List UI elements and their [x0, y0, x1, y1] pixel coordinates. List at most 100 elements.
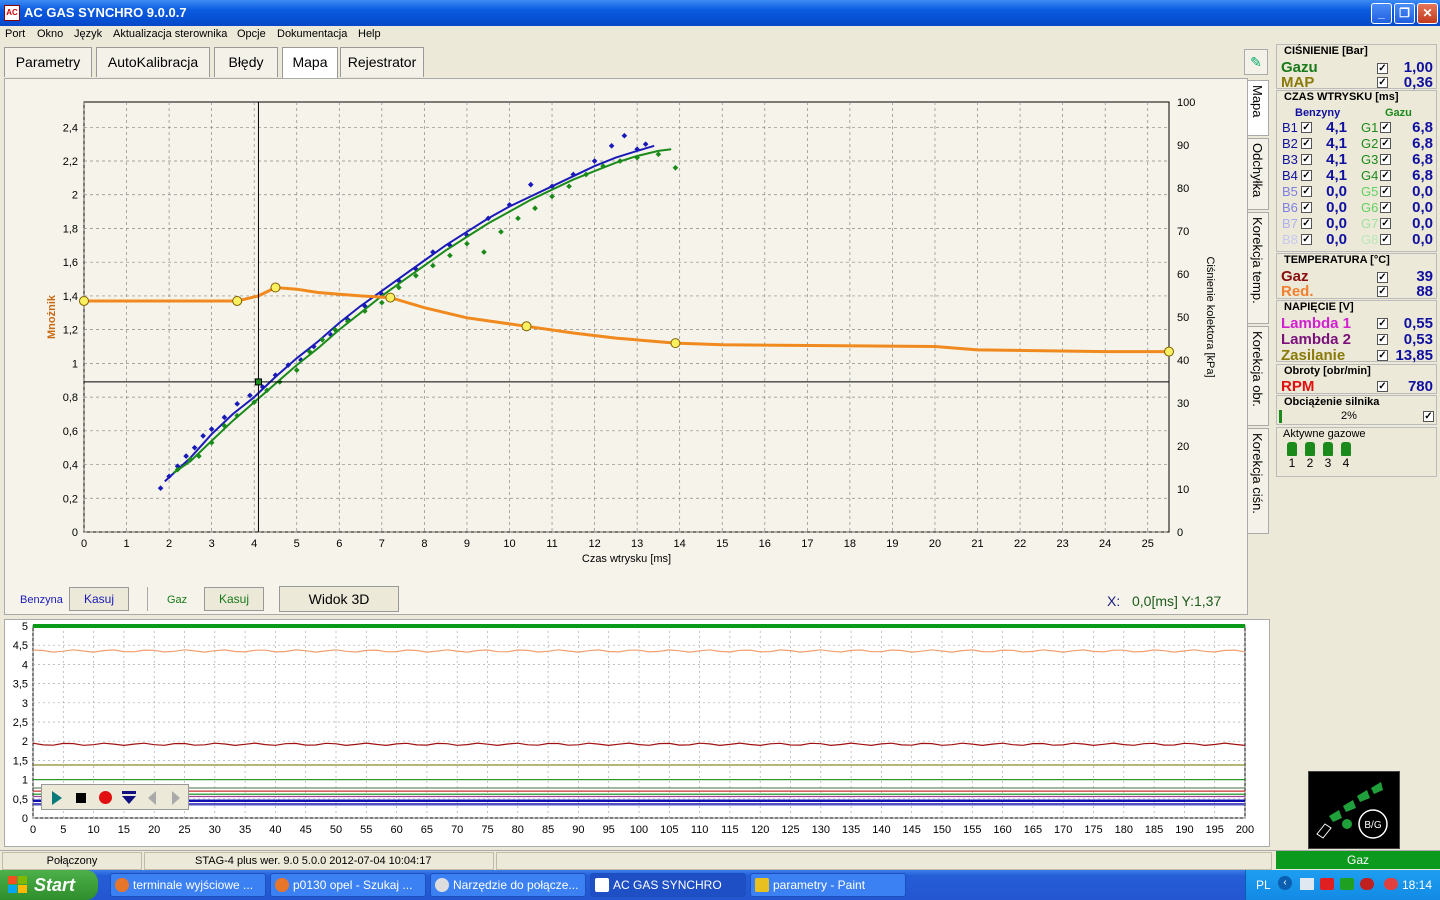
maximize-button[interactable]: ❐ — [1394, 3, 1415, 24]
menu-port[interactable]: Port — [5, 28, 25, 40]
stop-icon[interactable] — [76, 793, 86, 803]
map-chart[interactable]: 0 1 2 3 4 5 6 7 8 9 10 11 12 13 14 15 16 17 18 19 20 21 22 23 24… — [5, 79, 1247, 614]
tab-rejestrator[interactable]: Rejestrator — [340, 47, 424, 77]
injector-icon — [1305, 442, 1315, 456]
menu-opcje[interactable]: Opcje — [237, 28, 266, 40]
strip-x-tick-label: 125 — [781, 824, 799, 836]
coords-label: X: — [1107, 593, 1121, 609]
y-tick-label: 1,8 — [63, 223, 78, 235]
strip-x-tick-label: 155 — [963, 824, 981, 836]
strip-y-tick-label: 3 — [22, 698, 28, 710]
lambda1-checkbox[interactable]: ✓ — [1377, 318, 1388, 329]
recorder-chart[interactable]: 0 5 10 15 20 25 30 35 40 45 50 55 60 65 70 75 80 85 90 95 10… — [5, 620, 1269, 846]
injector-g-checkbox[interactable]: ✓ — [1380, 170, 1391, 181]
benzyna-kasuj-button[interactable]: Kasuj — [69, 587, 129, 611]
gaz-kasuj-button[interactable]: Kasuj — [204, 587, 264, 611]
firefox-icon — [275, 878, 289, 892]
side-tab-odchylka[interactable]: Odchyłka — [1247, 138, 1269, 210]
temp-gas-checkbox[interactable]: ✓ — [1377, 272, 1388, 283]
shield-icon[interactable] — [1384, 878, 1398, 890]
side-tab-korekcja-obr[interactable]: Korekcja obr. — [1247, 326, 1269, 426]
injector-b-checkbox[interactable]: ✓ — [1301, 218, 1312, 229]
injector-g-checkbox[interactable]: ✓ — [1380, 154, 1391, 165]
injector-g-checkbox[interactable]: ✓ — [1380, 202, 1391, 213]
tab-bledy[interactable]: Błędy — [214, 47, 278, 77]
task-paint[interactable]: parametry - Paint — [750, 873, 906, 897]
wrench-icon[interactable]: ✎ — [1244, 49, 1268, 75]
side-tab-mapa[interactable]: Mapa — [1247, 80, 1269, 136]
antivirus-icon[interactable] — [1340, 878, 1354, 890]
view-3d-button[interactable]: Widok 3D — [279, 586, 399, 612]
strip-y-tick-label: 1 — [22, 775, 28, 787]
injector-b-checkbox[interactable]: ✓ — [1301, 170, 1312, 181]
strip-x-tick-label: 70 — [451, 824, 463, 836]
network-icon[interactable] — [1300, 878, 1314, 890]
injector-g-value: 6,8 — [1412, 119, 1433, 136]
strip-y-tick-label: 1,5 — [13, 755, 28, 767]
pressure-title: CIŚNIENIE [Bar] — [1284, 45, 1368, 57]
side-tab-korekcja-cisn[interactable]: Korekcja ciśn. — [1247, 428, 1269, 534]
ac-logo-icon — [595, 878, 609, 892]
strip-x-tick-label: 25 — [178, 824, 190, 836]
y-tick-label: 1,2 — [63, 325, 78, 337]
y-tick-label: 1,6 — [63, 257, 78, 269]
injector-g-label: G3 — [1361, 152, 1379, 167]
menu-aktualizacja[interactable]: Aktualizacja sterownika — [113, 28, 227, 40]
close-button[interactable]: ✕ — [1417, 3, 1438, 24]
strip-x-tick-label: 160 — [993, 824, 1011, 836]
injector-g-checkbox[interactable]: ✓ — [1380, 218, 1391, 229]
title-bar[interactable]: AC AC GAS SYNCHRO 9.0.0.7 _ ❐ ✕ — [0, 0, 1440, 26]
record-icon[interactable] — [99, 791, 112, 804]
injector-b-checkbox[interactable]: ✓ — [1301, 202, 1312, 213]
map-panel: 0 1 2 3 4 5 6 7 8 9 10 11 12 13 14 15 16 17 18 19 20 21 22 23 24… — [4, 78, 1248, 615]
x-tick-label: 4 — [251, 538, 257, 550]
play-icon[interactable] — [52, 791, 62, 805]
injector-g-checkbox[interactable]: ✓ — [1380, 122, 1391, 133]
task-connection-tool[interactable]: Narzędzie do połącze... — [430, 873, 586, 897]
minimize-button[interactable]: _ — [1371, 3, 1392, 24]
start-button[interactable]: Start — [0, 870, 98, 900]
recorder-panel: 0 5 10 15 20 25 30 35 40 45 50 55 60 65 70 75 80 85 90 95 10… — [4, 619, 1270, 847]
y2-tick-label: 30 — [1177, 398, 1189, 410]
pressure-gas-checkbox[interactable]: ✓ — [1377, 63, 1388, 74]
y2-tick-label: 0 — [1177, 527, 1183, 539]
language-indicator[interactable]: PL — [1256, 878, 1271, 892]
tab-autokalibracja[interactable]: AutoKalibracja — [96, 47, 210, 77]
download-icon[interactable] — [122, 791, 136, 805]
window-title: AC GAS SYNCHRO 9.0.0.7 — [24, 5, 187, 20]
x-tick-label: 3 — [209, 538, 215, 550]
strip-x-tick-label: 15 — [118, 824, 130, 836]
injector-b-checkbox[interactable]: ✓ — [1301, 138, 1312, 149]
task-ac-gas-synchro[interactable]: AC GAS SYNCHRO — [590, 873, 746, 897]
menu-okno[interactable]: Okno — [37, 28, 63, 40]
injector-g-checkbox[interactable]: ✓ — [1380, 186, 1391, 197]
injector-b-checkbox[interactable]: ✓ — [1301, 186, 1312, 197]
tab-mapa[interactable]: Mapa — [282, 47, 338, 78]
injector-b-checkbox[interactable]: ✓ — [1301, 154, 1312, 165]
menu-jezyk[interactable]: Język — [74, 28, 102, 40]
active-injectors-title: Aktywne gazowe — [1283, 428, 1366, 440]
injector-b-checkbox[interactable]: ✓ — [1301, 234, 1312, 245]
load-checkbox[interactable]: ✓ — [1423, 411, 1434, 422]
next-icon[interactable] — [172, 791, 180, 805]
tab-parametry[interactable]: Parametry — [4, 47, 92, 77]
injector-b-checkbox[interactable]: ✓ — [1301, 122, 1312, 133]
pressure-map-checkbox[interactable]: ✓ — [1377, 77, 1388, 88]
menu-dokumentacja[interactable]: Dokumentacja — [277, 28, 347, 40]
injector-g-value: 0,0 — [1412, 231, 1433, 248]
multiplier-point — [521, 321, 532, 332]
security-icon[interactable] — [1320, 878, 1334, 890]
task-firefox-1[interactable]: terminale wyjściowe ... — [110, 873, 266, 897]
shield-icon[interactable] — [1360, 878, 1374, 890]
injector-g-checkbox[interactable]: ✓ — [1380, 234, 1391, 245]
injector-g-checkbox[interactable]: ✓ — [1380, 138, 1391, 149]
show-hidden-icon[interactable]: ‹ — [1278, 876, 1292, 890]
menu-help[interactable]: Help — [358, 28, 381, 40]
prev-icon[interactable] — [148, 791, 156, 805]
rpm-checkbox[interactable]: ✓ — [1377, 381, 1388, 392]
lambda2-checkbox[interactable]: ✓ — [1377, 334, 1388, 345]
side-tab-korekcja-temp[interactable]: Korekcja temp. — [1247, 212, 1269, 324]
x-tick-label: 8 — [421, 538, 427, 550]
task-firefox-2[interactable]: p0130 opel - Szukaj ... — [270, 873, 426, 897]
temp-red-checkbox[interactable]: ✓ — [1377, 286, 1388, 297]
